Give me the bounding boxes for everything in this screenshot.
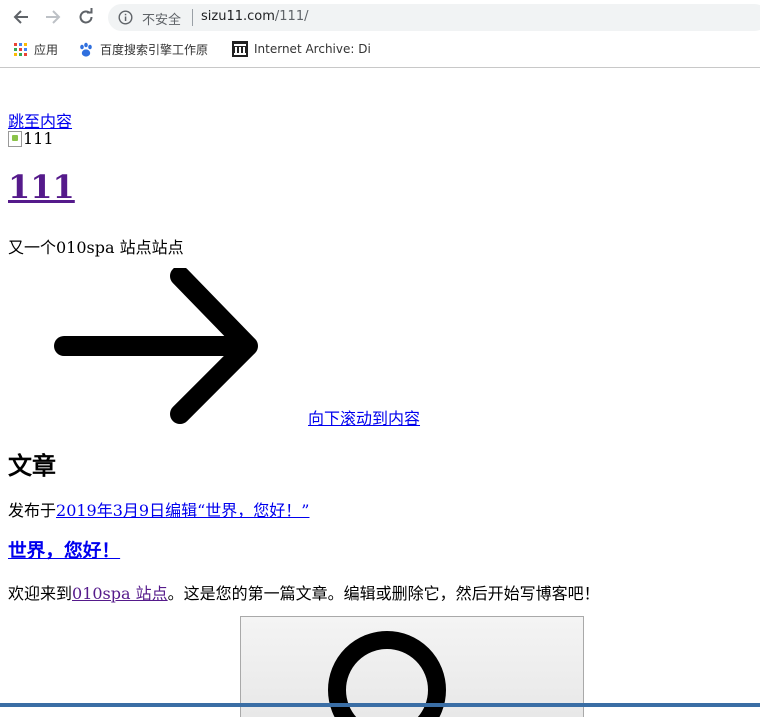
post-meta-prefix: 发布于	[8, 501, 57, 520]
bookmark-internet-archive[interactable]: Internet Archive: Di	[232, 41, 370, 57]
baidu-paw-icon	[78, 42, 94, 58]
page-content: 跳至内容 111 111 又一个010spa 站点站点 向下滚动到内容 文章 发…	[0, 68, 760, 717]
arrow-right-icon	[54, 268, 258, 424]
bookmarks-bar: 应用 百度搜索引擎工作原 Internet Archive: Di	[0, 38, 760, 62]
forward-arrow-icon	[46, 10, 61, 24]
post-excerpt: 欢迎来到010spa 站点。这是您的第一篇文章。编辑或删除它，然后开始写博客吧！	[8, 580, 600, 604]
url-text[interactable]: sizu11.com/111/	[201, 9, 308, 24]
embed-preview[interactable]	[240, 616, 584, 717]
taskbar	[0, 703, 760, 707]
address-separator	[192, 9, 193, 26]
site-title-link[interactable]: 111	[8, 168, 75, 206]
excerpt-suffix: 。这是您的第一篇文章。编辑或删除它，然后开始写博客吧！	[167, 584, 600, 603]
excerpt-prefix: 欢迎来到	[8, 584, 73, 603]
bookmark-apps[interactable]: 应用	[14, 41, 58, 58]
post-meta: 发布于2019年3月9日编辑“世界，您好！”	[8, 497, 309, 521]
post-title-link[interactable]: 世界，您好！	[8, 536, 120, 563]
site-description: 又一个010spa 站点站点	[8, 238, 184, 257]
post-edit-link[interactable]: 编辑“世界，您好！”	[165, 501, 309, 520]
broken-image-icon	[8, 130, 22, 147]
security-label: 不安全	[142, 13, 182, 28]
archive-icon	[232, 41, 248, 57]
section-heading: 文章	[8, 451, 56, 480]
bookmark-baidu[interactable]: 百度搜索引擎工作原	[78, 41, 218, 58]
url-path: /111/	[274, 9, 309, 24]
back-button[interactable]	[9, 5, 33, 29]
bookmark-label: 百度搜索引擎工作原	[100, 43, 209, 57]
header-image-alt: 111	[23, 129, 54, 148]
address-bar[interactable]: 不安全 sizu11.com/111/	[108, 4, 760, 31]
apps-grid-icon	[14, 42, 28, 57]
bookmark-label: Internet Archive: Di	[254, 42, 370, 56]
back-arrow-icon	[13, 10, 28, 24]
header-image: 111	[8, 129, 54, 148]
loading-circle-icon	[328, 631, 446, 717]
info-icon[interactable]	[118, 10, 133, 29]
post-date-link[interactable]: 2019年3月9日	[56, 501, 165, 520]
forward-button[interactable]	[41, 5, 65, 29]
url-host: sizu11.com	[201, 9, 275, 24]
reload-button[interactable]	[74, 5, 98, 29]
scroll-down-link[interactable]: 向下滚动到内容	[308, 405, 420, 429]
browser-chrome: 不安全 sizu11.com/111/ 应用 百度搜索引擎工作原 Interne…	[0, 0, 760, 68]
reload-icon	[79, 8, 93, 24]
bookmark-label: 应用	[34, 43, 59, 57]
site-link[interactable]: 010spa 站点	[72, 584, 168, 603]
